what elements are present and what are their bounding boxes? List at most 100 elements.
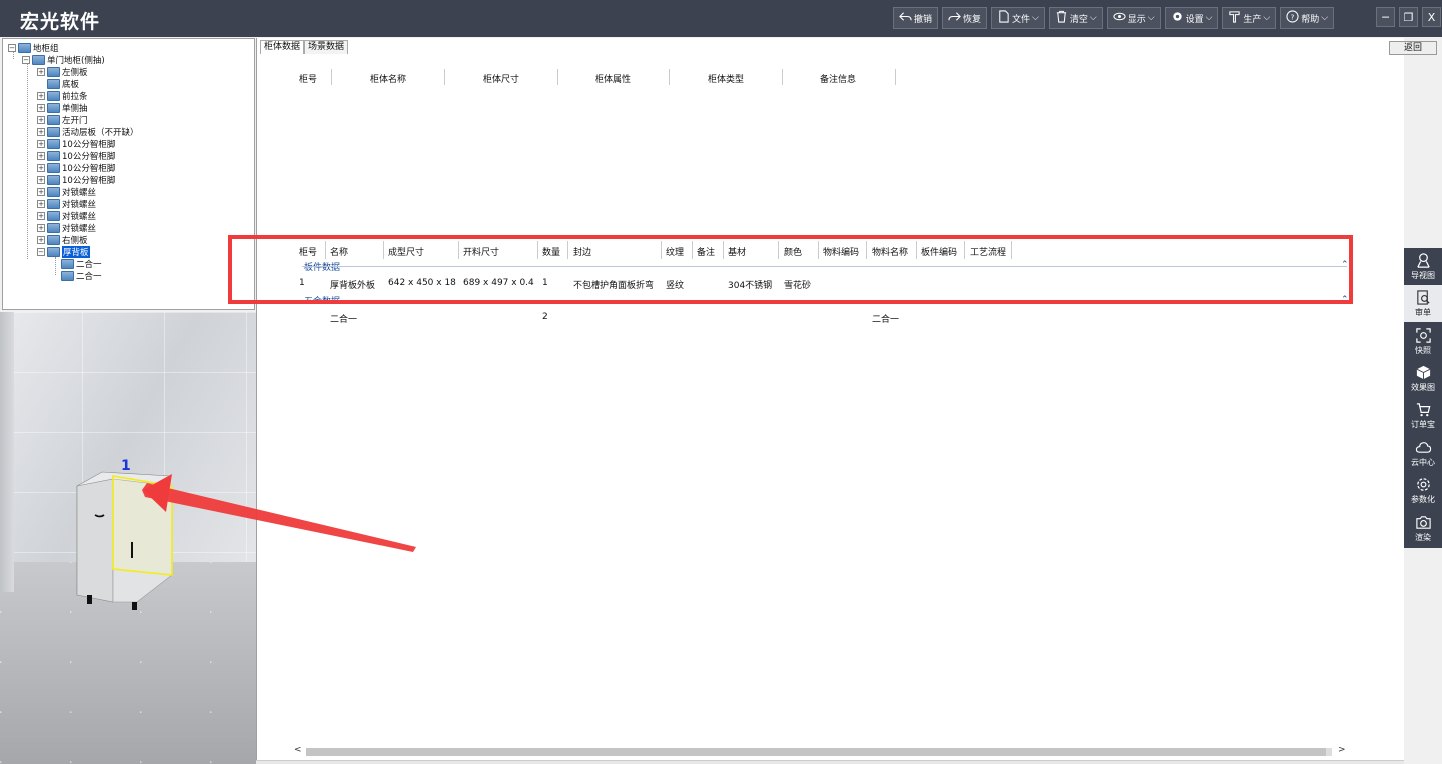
render-view-button[interactable]: 效果图 — [1404, 360, 1442, 397]
column-header[interactable]: 基材 — [728, 245, 746, 258]
navigator-button[interactable]: 导视图 — [1404, 248, 1442, 285]
expand-toggle[interactable]: + — [37, 224, 45, 232]
column-header[interactable]: 封边 — [573, 245, 591, 258]
horizontal-scrollbar[interactable]: < > — [292, 745, 1350, 759]
tree-item-selected[interactable]: − 厚背板 — [37, 246, 90, 258]
parametric-button[interactable]: 参数化 — [1404, 472, 1442, 509]
expand-toggle[interactable]: + — [37, 212, 45, 220]
undo-button[interactable]: 撤销 — [893, 7, 939, 29]
render-button[interactable]: 渲染 — [1404, 510, 1442, 547]
column-header[interactable]: 物料名称 — [872, 245, 908, 258]
column-header[interactable]: 名称 — [330, 245, 348, 258]
back-button[interactable]: 返回 — [1389, 41, 1437, 55]
column-header[interactable]: 柜体名称 — [370, 72, 406, 85]
tree-item[interactable]: + 单侧抽 — [37, 102, 88, 114]
folder-icon — [47, 79, 60, 89]
column-divider — [818, 241, 819, 259]
clear-menu-button[interactable]: 清空 ⌵ — [1048, 7, 1103, 29]
expand-toggle[interactable]: + — [37, 128, 45, 136]
minimize-button[interactable]: ─ — [1376, 7, 1395, 27]
scroll-right-arrow-icon[interactable]: > — [1338, 745, 1346, 755]
tree-item[interactable]: +10公分智柜脚 — [37, 150, 115, 162]
production-menu-button[interactable]: 生产 ⌵ — [1222, 7, 1277, 29]
collapse-chevron-icon[interactable]: ⌃ — [1341, 295, 1349, 305]
collapse-toggle[interactable]: − — [22, 56, 30, 64]
expand-toggle[interactable]: + — [37, 164, 45, 172]
column-header[interactable]: 工艺流程 — [970, 245, 1006, 258]
column-divider — [557, 69, 558, 85]
help-icon: ? — [1286, 10, 1299, 26]
tree-item[interactable]: + 前拉条 — [37, 90, 88, 102]
tab-cabinet-data[interactable]: 柜体数据 — [260, 40, 305, 54]
close-button[interactable]: X — [1422, 7, 1441, 27]
redo-icon — [948, 10, 961, 26]
expand-toggle[interactable]: + — [37, 200, 45, 208]
review-button[interactable]: 审单 — [1404, 285, 1442, 322]
scroll-thumb[interactable] — [306, 748, 1326, 756]
tree-item[interactable]: + 对锁螺丝 — [37, 210, 96, 222]
tree-item[interactable]: +10公分智柜脚 — [37, 174, 115, 186]
help-menu-button[interactable]: ? 帮助 ⌵ — [1280, 7, 1335, 29]
tree-item[interactable]: +10公分智柜脚 — [37, 162, 115, 174]
tab-scene-data[interactable]: 场景数据 — [304, 40, 349, 54]
column-divider — [669, 69, 670, 85]
expand-toggle[interactable]: + — [37, 92, 45, 100]
tree-child[interactable]: 二合一 — [61, 270, 102, 282]
expand-toggle[interactable]: + — [37, 188, 45, 196]
folder-icon — [47, 103, 60, 113]
expand-toggle[interactable]: + — [37, 236, 45, 244]
column-header[interactable]: 物料编码 — [823, 245, 859, 258]
display-menu-button[interactable]: 显示 ⌵ — [1106, 7, 1161, 29]
expand-toggle[interactable]: + — [37, 116, 45, 124]
column-divider — [325, 241, 326, 259]
file-menu-button[interactable]: 文件 ⌵ — [991, 7, 1045, 29]
expand-toggle[interactable]: + — [37, 176, 45, 184]
expand-toggle[interactable]: + — [37, 152, 45, 160]
tree-item[interactable]: + 左侧板 — [37, 66, 88, 78]
column-header[interactable]: 柜体尺寸 — [483, 72, 519, 85]
tree-item[interactable]: + 活动层板（不开缺） — [37, 126, 139, 138]
tree-child[interactable]: 二合一 — [61, 258, 102, 270]
scroll-left-arrow-icon[interactable]: < — [294, 745, 302, 755]
settings-menu-button[interactable]: 设置 ⌵ — [1164, 7, 1219, 29]
cabinet-model[interactable] — [0, 312, 256, 764]
column-header[interactable]: 开料尺寸 — [463, 245, 499, 258]
expand-toggle[interactable]: + — [37, 104, 45, 112]
tree-item[interactable]: + 右侧板 — [37, 234, 88, 246]
expand-toggle[interactable]: + — [37, 140, 45, 148]
redo-button[interactable]: 恢复 — [942, 7, 988, 29]
column-header[interactable]: 备注 — [697, 245, 715, 258]
collapse-toggle[interactable]: − — [8, 44, 16, 52]
tree-item[interactable]: 底板 — [47, 78, 79, 90]
3d-viewport[interactable]: 1 — [0, 312, 256, 764]
snapshot-button[interactable]: 快照 — [1404, 323, 1442, 360]
collapse-chevron-icon[interactable]: ⌃ — [1341, 260, 1349, 270]
column-header[interactable]: 板件编码 — [921, 245, 957, 258]
folder-icon — [47, 223, 60, 233]
cloud-center-button[interactable]: 云中心 — [1404, 435, 1442, 472]
collapse-toggle[interactable]: − — [37, 248, 45, 256]
column-header[interactable]: 备注信息 — [820, 72, 856, 85]
column-header[interactable]: 柜体属性 — [595, 72, 631, 85]
column-header[interactable]: 颜色 — [784, 245, 802, 258]
tree-root[interactable]: − 地柜组 — [8, 42, 59, 54]
expand-toggle[interactable]: + — [37, 68, 45, 76]
folder-icon — [47, 163, 60, 173]
column-header[interactable]: 成型尺寸 — [388, 245, 424, 258]
restore-button[interactable]: ❐ — [1399, 7, 1418, 27]
tree-item[interactable]: +10公分智柜脚 — [37, 138, 115, 150]
column-divider — [458, 241, 459, 259]
column-header[interactable]: 数量 — [542, 245, 560, 258]
tree-item[interactable]: + 对锁螺丝 — [37, 222, 96, 234]
group-hardware-data[interactable]: 五金数据 — [304, 294, 340, 301]
tree-item[interactable]: + 对锁螺丝 — [37, 186, 96, 198]
column-header[interactable]: 纹理 — [666, 245, 684, 258]
column-header[interactable]: 柜号 — [299, 72, 317, 85]
column-header[interactable]: 柜体类型 — [708, 72, 744, 85]
order-button[interactable]: 订单宝 — [1404, 397, 1442, 434]
cell-quantity: 1 — [542, 278, 548, 288]
tree-item[interactable]: + 左开门 — [37, 114, 88, 126]
tree-item[interactable]: + 对锁螺丝 — [37, 198, 96, 210]
tree-cabinet[interactable]: − 单门地柜(侧抽) — [22, 54, 105, 66]
column-header[interactable]: 柜号 — [299, 245, 317, 258]
